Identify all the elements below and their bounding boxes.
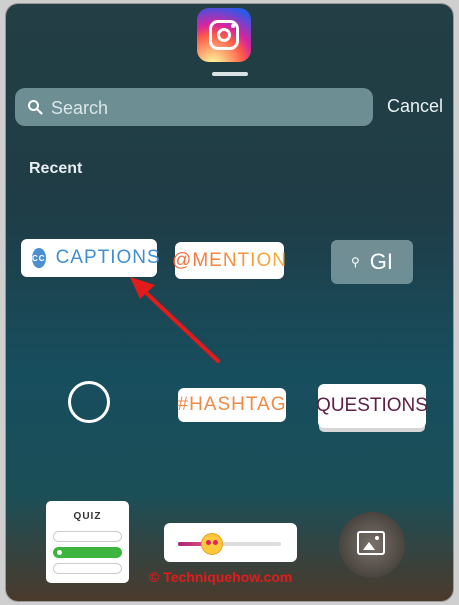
quiz-option <box>53 563 122 574</box>
gif-search-icon: ⚲ <box>350 255 360 269</box>
emoji-slider-sticker[interactable] <box>164 523 297 562</box>
sticker-tray: Cancel Recent CC CAPTIONS @MENTION ⚲ GI … <box>6 4 453 601</box>
gif-label: GI <box>369 249 394 274</box>
hashtag-sticker[interactable]: #HASHTAG <box>178 388 286 422</box>
recent-heading: Recent <box>29 160 83 177</box>
circle-icon[interactable] <box>68 381 110 423</box>
gif-sticker[interactable]: ⚲ GI <box>331 240 413 284</box>
questions-sticker[interactable]: QUESTIONS <box>316 384 428 428</box>
logo-lens <box>217 28 231 42</box>
captions-sticker[interactable]: CC CAPTIONS <box>21 239 160 277</box>
search-icon <box>28 100 43 115</box>
mention-label: @MENTION <box>172 249 287 271</box>
photo-sticker[interactable] <box>339 512 405 578</box>
drag-handle[interactable] <box>212 72 248 76</box>
quiz-option <box>53 531 122 542</box>
captions-label: CAPTIONS <box>55 247 161 268</box>
quiz-option-correct <box>53 547 122 558</box>
mention-sticker[interactable]: @MENTION <box>172 242 287 279</box>
instagram-logo <box>197 8 251 62</box>
cc-icon: CC <box>32 248 46 268</box>
image-icon <box>357 531 385 555</box>
quiz-sticker[interactable]: QUIZ <box>46 501 129 583</box>
search-input[interactable] <box>49 92 353 124</box>
questions-label: QUESTIONS <box>316 395 428 416</box>
logo-dot <box>231 24 235 28</box>
heart-eyes-emoji-icon[interactable] <box>200 533 223 555</box>
search-bar[interactable] <box>15 88 373 126</box>
slider-track <box>178 533 281 555</box>
quiz-label: QUIZ <box>73 511 102 522</box>
hashtag-label: #HASHTAG <box>177 394 287 415</box>
cancel-button[interactable]: Cancel <box>387 96 443 117</box>
watermark-text: © Techniquehow.com <box>149 569 293 585</box>
